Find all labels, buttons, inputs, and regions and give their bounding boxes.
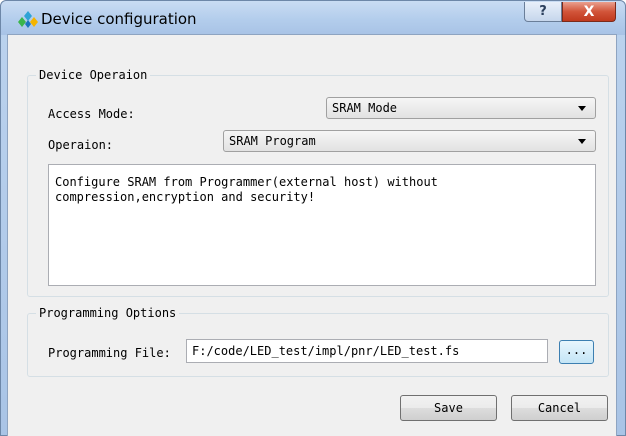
access-mode-value: SRAM Mode	[332, 101, 398, 115]
title-bar[interactable]: Device configuration ? X	[1, 1, 625, 35]
browse-button[interactable]: ...	[559, 340, 594, 364]
programming-file-label: Programming File:	[48, 346, 171, 360]
close-icon: X	[583, 3, 595, 20]
operation-label: Operaion:	[48, 138, 114, 152]
cancel-button[interactable]: Cancel	[511, 395, 608, 421]
programming-file-input[interactable]: F:/code/LED_test/impl/pnr/LED_test.fs	[186, 339, 548, 363]
question-icon: ?	[539, 4, 547, 19]
save-button[interactable]: Save	[400, 395, 497, 421]
chevron-down-icon	[578, 106, 586, 111]
chevron-down-icon	[578, 139, 586, 144]
access-mode-label: Access Mode:	[48, 107, 135, 121]
gowin-logo-icon	[18, 11, 38, 28]
window-title: Device configuration	[41, 10, 197, 28]
operation-value: SRAM Program	[229, 134, 316, 148]
close-button[interactable]: X	[562, 2, 616, 22]
programming-options-legend: Programming Options	[36, 306, 180, 320]
access-mode-dropdown[interactable]: SRAM Mode	[326, 97, 596, 119]
operation-description[interactable]: Configure SRAM from Programmer(external …	[48, 164, 596, 286]
operation-dropdown[interactable]: SRAM Program	[223, 130, 596, 152]
device-operation-legend: Device Operaion	[36, 68, 151, 82]
help-button[interactable]: ?	[524, 2, 562, 22]
